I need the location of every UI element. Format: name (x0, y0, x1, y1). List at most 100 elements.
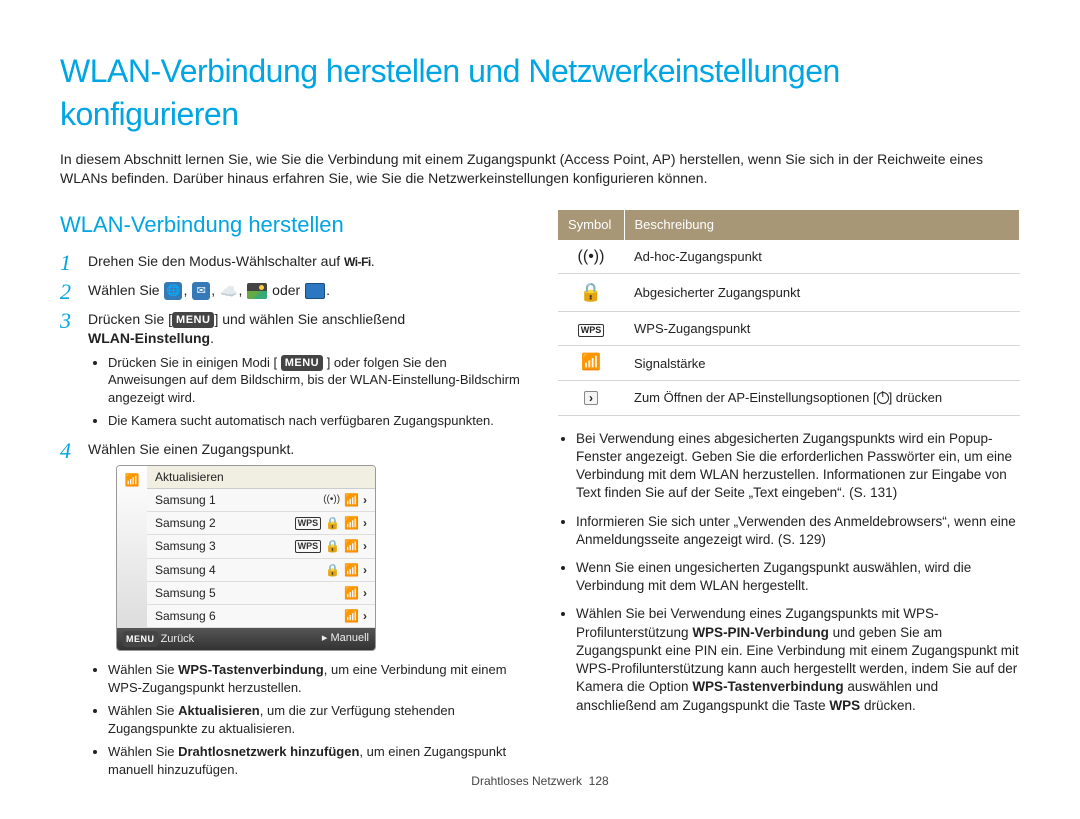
chevron-right-icon: › (363, 515, 367, 531)
wps-button-label: WPS-Tastenverbindung (692, 679, 843, 694)
step-3-sub-2: Die Kamera sucht automatisch nach verfüg… (108, 412, 522, 430)
lock-icon: 🔒 (580, 282, 602, 302)
ap-icons: 📶› (344, 585, 367, 601)
ap-name: Samsung 6 (155, 608, 338, 624)
wlan-einstellung-label: WLAN-Einstellung (88, 330, 210, 346)
sep: , (183, 282, 191, 298)
step-3-mid: ] und wählen Sie anschließend (214, 311, 405, 327)
ap-name: Samsung 1 (155, 492, 317, 508)
chevron-right-icon: › (363, 538, 367, 554)
photo-icon (247, 283, 267, 299)
signal-icon: 📶 (344, 608, 359, 624)
footer-back-label: Zurück (161, 633, 195, 645)
menu-button-icon: MENU (123, 631, 158, 647)
signal-icon: 📶 (344, 492, 359, 508)
lock-icon: 🔒 (325, 562, 340, 578)
t: Wählen Sie (108, 662, 178, 677)
wifi-icon: 📶 (125, 472, 140, 488)
th-symbol: Symbol (558, 210, 624, 240)
ap-name: Samsung 3 (155, 538, 289, 554)
step-4-text: Wählen Sie einen Zugangspunkt. (88, 441, 294, 457)
refresh-label: Aktualisieren (178, 703, 260, 718)
t: drücken. (860, 698, 916, 713)
desc: Abgesicherter Zugangspunkt (624, 274, 1020, 312)
ap-icons: WPS🔒📶› (295, 515, 367, 531)
footer-page: 128 (589, 774, 609, 788)
intro-paragraph: In diesem Abschnitt lernen Sie, wie Sie … (60, 150, 1020, 188)
desc: Ad-hoc-Zugangspunkt (624, 240, 1020, 274)
wps-icon: WPS (578, 324, 605, 337)
cloud-icon: ☁️ (220, 284, 237, 298)
wps-button-label: WPS-Tastenverbindung (178, 662, 324, 677)
signal-icon: 📶 (344, 538, 359, 554)
signal-icon: 📶 (344, 515, 359, 531)
t: ] drücken (889, 390, 942, 405)
step-3: Drücken Sie [MENU] und wählen Sie anschl… (60, 310, 522, 430)
ap-row: Samsung 4 🔒📶› (147, 559, 375, 582)
bullet-unsecured-ap: Wenn Sie einen ungesicherten Zugangspunk… (576, 559, 1020, 595)
footer-back: MENU Zurück (123, 631, 194, 647)
step-3-post: . (210, 330, 214, 346)
step-3-sub-1: Drücken Sie in einigen Modi [ MENU ] ode… (108, 354, 522, 407)
bullet-wps: Wählen Sie bei Verwendung eines Zugangsp… (576, 605, 1020, 714)
footer-manual-label: Manuell (330, 632, 369, 644)
step-1-text-pre: Drehen Sie den Modus-Wählschalter auf (88, 253, 344, 269)
t: Wählen Sie (108, 703, 178, 718)
step-4-sub-wps: Wählen Sie WPS-Tastenverbindung, um eine… (108, 661, 522, 696)
chevron-right-icon: › (363, 608, 367, 624)
th-desc: Beschreibung (624, 210, 1020, 240)
table-row: › Zum Öffnen der AP-Einstellungsoptionen… (558, 381, 1020, 416)
ap-name: Samsung 5 (155, 585, 338, 601)
t: Zum Öffnen der AP-Einstellungsoptionen [ (634, 390, 877, 405)
page-title: WLAN-Verbindung herstellen und Netzwerke… (60, 50, 1020, 136)
menu-button-icon: MENU (281, 355, 323, 371)
wifi-mode-label: Wi-Fi (344, 254, 371, 270)
tv-icon (305, 283, 325, 299)
lock-icon: 🔒 (325, 538, 340, 554)
table-row: WPS WPS-Zugangspunkt (558, 311, 1020, 346)
bullet-login-browser: Informieren Sie sich unter „Verwenden de… (576, 513, 1020, 549)
ap-icons: 🔒📶› (325, 562, 367, 578)
ap-name: Samsung 4 (155, 562, 319, 578)
step-3-sub-1-a: Drücken Sie in einigen Modi [ (108, 355, 281, 370)
ap-list-screenshot: 📶 Aktualisieren Samsung 1((•))📶›Samsung … (116, 465, 376, 651)
wps-key-label: WPS (829, 698, 860, 713)
ap-row: Samsung 2 WPS🔒📶› (147, 512, 375, 535)
table-row: 📶 Signalstärke (558, 346, 1020, 381)
wps-pin-label: WPS-PIN-Verbindung (692, 625, 829, 640)
step-4-sub-refresh: Wählen Sie Aktualisieren, um die zur Ver… (108, 702, 522, 737)
chevron-right-icon: › (363, 562, 367, 578)
mail-icon: ✉ (192, 282, 210, 300)
chevron-right-icon: › (363, 492, 367, 508)
ap-row: Samsung 5 📶› (147, 582, 375, 605)
adhoc-icon: ((•)) (323, 493, 340, 507)
sep: , (211, 282, 219, 298)
desc: WPS-Zugangspunkt (624, 311, 1020, 346)
symbol-table: Symbol Beschreibung ((•)) Ad-hoc-Zugangs… (558, 210, 1020, 416)
ap-icons: 📶› (344, 608, 367, 624)
menu-button-icon: MENU (172, 312, 214, 328)
desc: Signalstärke (624, 346, 1020, 381)
step-2-end: . (326, 282, 330, 298)
ap-row: Samsung 6 📶› (147, 605, 375, 628)
sep: , (238, 282, 246, 298)
lock-icon: 🔒 (325, 515, 340, 531)
step-4: Wählen Sie einen Zugangspunkt. 📶 Aktuali… (60, 440, 522, 778)
page-footer: Drahtloses Netzwerk 128 (0, 773, 1080, 789)
refresh-row: Aktualisieren (155, 469, 367, 485)
step-2: Wählen Sie 🌐, ✉, ☁️, oder . (60, 281, 522, 300)
ap-name: Samsung 2 (155, 515, 289, 531)
step-1: Drehen Sie den Modus-Wählschalter auf Wi… (60, 252, 522, 271)
ap-row: Samsung 1 ((•)) 📶› (147, 489, 375, 512)
desc: Zum Öffnen der AP-Einstellungsoptionen [… (624, 381, 1020, 416)
adhoc-icon: ((•)) (578, 248, 605, 265)
table-row: 🔒 Abgesicherter Zugangspunkt (558, 274, 1020, 312)
bullet-secure-ap: Bei Verwendung eines abgesicherten Zugan… (576, 430, 1020, 503)
ap-icons: WPS🔒📶› (295, 538, 367, 554)
step-1-text-post: . (371, 253, 375, 269)
step-2-text-pre: Wählen Sie (88, 282, 163, 298)
add-network-label: Drahtlosnetzwerk hinzufügen (178, 744, 359, 759)
signal-icon: 📶 (344, 585, 359, 601)
wps-icon: WPS (295, 540, 322, 553)
section-heading: WLAN-Verbindung herstellen (60, 210, 522, 240)
